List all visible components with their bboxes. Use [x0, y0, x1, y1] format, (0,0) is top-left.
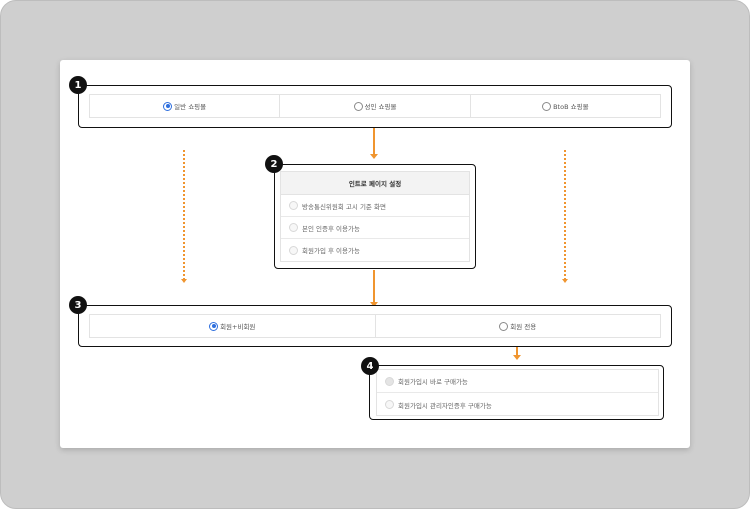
radio-disabled-icon[interactable] [289, 245, 298, 255]
option-label: 회원가입 후 이용가능 [302, 247, 360, 255]
radio-disabled-icon[interactable] [385, 376, 394, 386]
option-adult-shop[interactable]: 성인 쇼핑몰 [280, 95, 471, 117]
step3-box: 회원+비회원 회원 전용 [78, 305, 672, 347]
step4-badge: 4 [361, 357, 379, 375]
radio-icon[interactable] [542, 101, 552, 111]
list-item[interactable]: 회원가입 후 이용가능 [281, 239, 469, 261]
member-type-options: 회원+비회원 회원 전용 [89, 314, 661, 338]
arrow-down-icon [370, 128, 378, 159]
option-label: 방송통신위원회 고시 기준 화면 [302, 202, 386, 211]
step2-box: 인트로 페이지 설정 방송통신위원회 고시 기준 화면 본인 인증후 이용가능 … [274, 164, 476, 269]
step3-badge: 3 [69, 296, 87, 314]
intro-settings-title: 인트로 페이지 설정 [281, 172, 469, 195]
arrow-down-icon [370, 270, 378, 307]
radio-disabled-icon[interactable] [289, 201, 298, 210]
shop-type-options: 일반 쇼핑몰 성인 쇼핑몰 BtoB 쇼핑몰 [89, 94, 661, 118]
list-item[interactable]: 본인 인증후 이용가능 [281, 217, 469, 239]
radio-icon[interactable] [353, 101, 363, 111]
radio-disabled-icon[interactable] [289, 223, 298, 232]
option-member-and-guest[interactable]: 회원+비회원 [90, 315, 376, 337]
step1-badge: 1 [69, 76, 87, 94]
dotted-arrow-down-icon [181, 150, 187, 283]
option-label: 회원가입시 바로 구매가능 [398, 378, 468, 386]
option-label: 성인 쇼핑몰 [364, 103, 397, 111]
list-item[interactable]: 회원가입시 관리자인증후 구매가능 [377, 393, 658, 416]
radio-selected-icon[interactable] [209, 321, 219, 331]
step1-box: 일반 쇼핑몰 성인 쇼핑몰 BtoB 쇼핑몰 [78, 85, 672, 128]
arrow-down-icon [513, 347, 521, 360]
intro-page-settings: 인트로 페이지 설정 방송통신위원회 고시 기준 화면 본인 인증후 이용가능 … [280, 171, 470, 262]
radio-selected-icon[interactable] [163, 101, 173, 111]
radio-disabled-icon[interactable] [385, 400, 394, 409]
dotted-arrow-down-icon [562, 150, 568, 283]
option-member-only[interactable]: 회원 전용 [376, 315, 661, 337]
step2-badge: 2 [265, 155, 283, 173]
option-label: 본인 인증후 이용가능 [302, 224, 360, 233]
option-label: BtoB 쇼핑몰 [553, 103, 589, 111]
list-item[interactable]: 방송통신위원회 고시 기준 화면 [281, 195, 469, 217]
radio-icon[interactable] [499, 321, 509, 331]
option-label: 회원가입시 관리자인증후 구매가능 [398, 401, 492, 410]
step4-box: 회원가입시 바로 구매가능 회원가입시 관리자인증후 구매가능 [369, 365, 664, 420]
list-item[interactable]: 회원가입시 바로 구매가능 [377, 370, 658, 393]
option-btob-shop[interactable]: BtoB 쇼핑몰 [471, 95, 660, 117]
option-label: 회원+비회원 [220, 323, 256, 331]
purchase-options: 회원가입시 바로 구매가능 회원가입시 관리자인증후 구매가능 [376, 369, 659, 416]
option-label: 회원 전용 [510, 323, 537, 331]
option-label: 일반 쇼핑몰 [174, 103, 207, 111]
option-general-shop[interactable]: 일반 쇼핑몰 [90, 95, 281, 117]
